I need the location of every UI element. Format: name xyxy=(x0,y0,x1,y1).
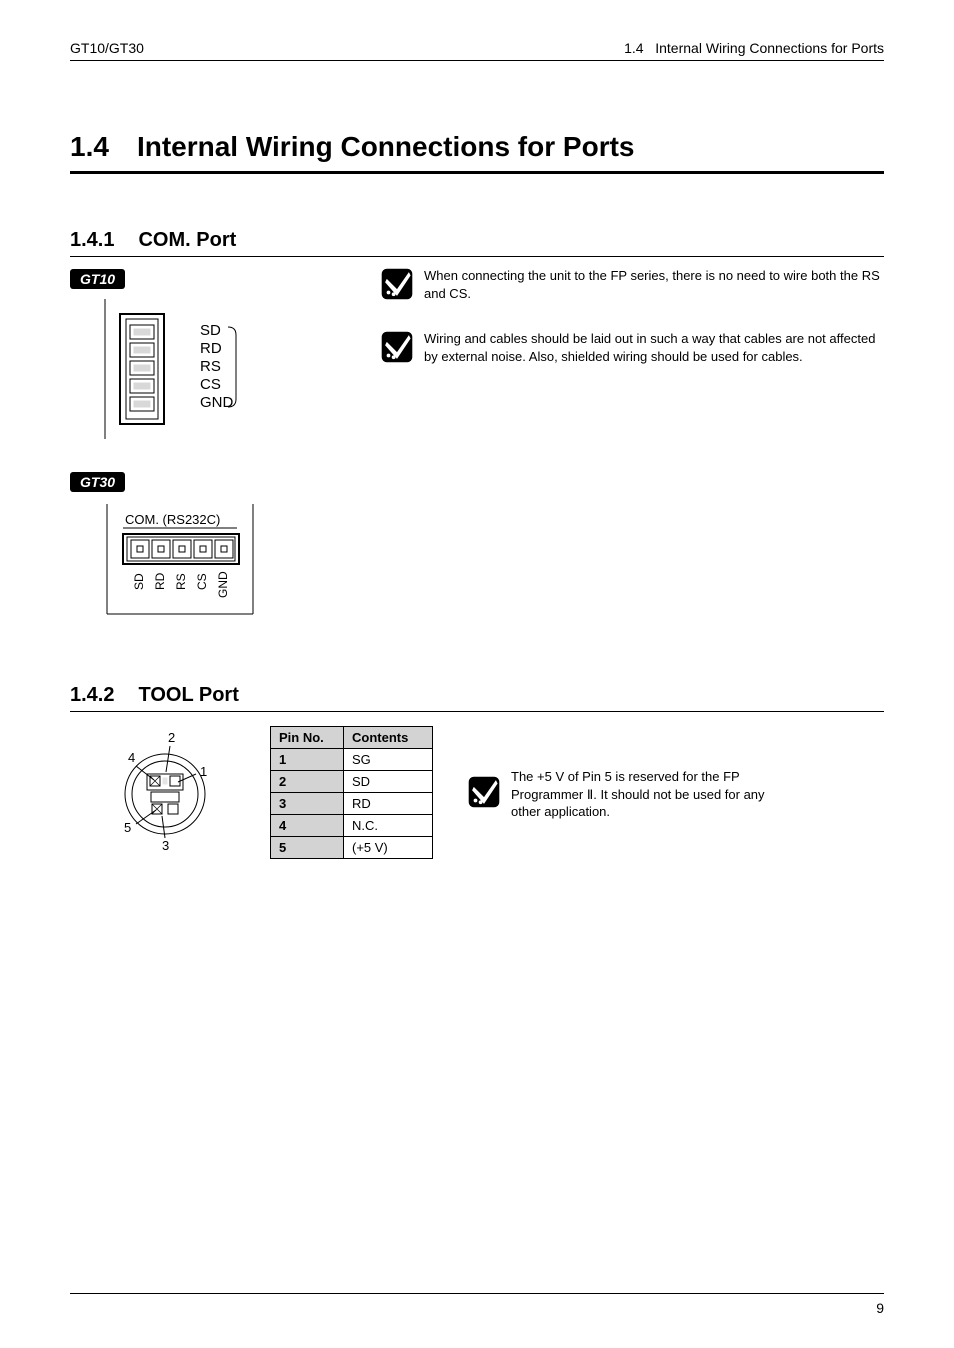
table-row: 4N.C. xyxy=(271,815,433,837)
pin-content: RD xyxy=(344,793,433,815)
svg-text:2: 2 xyxy=(168,730,175,745)
header-left: GT10/GT30 xyxy=(70,40,144,56)
note-2: Wiring and cables should be laid out in … xyxy=(380,330,884,369)
pin-no: 5 xyxy=(271,837,344,859)
gt10-badge: GT10 xyxy=(70,269,125,289)
svg-text:CS: CS xyxy=(200,376,221,393)
table-row: 2SD xyxy=(271,771,433,793)
note-3: The +5 V of Pin 5 is reserved for the FP… xyxy=(467,768,781,821)
pin-content: SD xyxy=(344,771,433,793)
pin-no: 2 xyxy=(271,771,344,793)
svg-text:1: 1 xyxy=(200,764,207,779)
header-rule xyxy=(70,60,884,61)
header-right-num: 1.4 xyxy=(624,40,643,56)
th-pin-no: Pin No. xyxy=(271,727,344,749)
header-right-title: Internal Wiring Connections for Ports xyxy=(655,40,884,56)
note-1-text: When connecting the unit to the FP serie… xyxy=(424,267,884,302)
page-footer: 9 xyxy=(70,1293,884,1316)
section-number: 1.4 xyxy=(70,131,109,163)
subsection-141-title: COM. Port xyxy=(138,229,236,252)
pin-content: (+5 V) xyxy=(344,837,433,859)
svg-text:RD: RD xyxy=(200,340,222,357)
note-icon xyxy=(380,330,414,369)
subsection-141-heading: 1.4.1 COM. Port xyxy=(70,229,884,252)
tool-port-pin-table: Pin No. Contents 1SG 2SD 3RD 4N.C. 5(+5 … xyxy=(270,726,433,859)
note-3-text: The +5 V of Pin 5 is reserved for the FP… xyxy=(511,768,781,821)
tool-port-diagram: 2 4 1 5 3 xyxy=(70,726,260,861)
th-contents: Contents xyxy=(344,727,433,749)
subsection-142-rule xyxy=(70,711,884,712)
section-title: Internal Wiring Connections for Ports xyxy=(137,131,635,163)
svg-text:COM. (RS232C): COM. (RS232C) xyxy=(125,512,220,527)
svg-text:SD: SD xyxy=(132,573,146,590)
svg-text:RD: RD xyxy=(153,572,167,590)
svg-text:3: 3 xyxy=(162,838,169,853)
subsection-142-number: 1.4.2 xyxy=(70,684,114,707)
note-1: When connecting the unit to the FP serie… xyxy=(380,267,884,306)
gt30-com-port-diagram: COM. (RS232C) SD RD xyxy=(95,504,360,629)
section-heading: 1.4 Internal Wiring Connections for Port… xyxy=(70,131,884,163)
svg-text:GND: GND xyxy=(216,571,230,598)
svg-text:CS: CS xyxy=(195,573,209,590)
pin-no: 4 xyxy=(271,815,344,837)
subsection-142-title: TOOL Port xyxy=(138,684,238,707)
pin-content: SG xyxy=(344,749,433,771)
svg-text:SD: SD xyxy=(200,322,221,339)
table-row: 3RD xyxy=(271,793,433,815)
svg-text:5: 5 xyxy=(124,820,131,835)
svg-text:GND: GND xyxy=(200,394,234,411)
gt10-com-port-diagram: SD RD RS CS GND xyxy=(100,299,360,444)
table-row: 1SG xyxy=(271,749,433,771)
page-number: 9 xyxy=(876,1300,884,1316)
note-icon xyxy=(380,267,414,306)
note-icon xyxy=(467,775,501,814)
subsection-141-number: 1.4.1 xyxy=(70,229,114,252)
note-2-text: Wiring and cables should be laid out in … xyxy=(424,330,884,365)
svg-text:RS: RS xyxy=(200,358,221,375)
section-rule xyxy=(70,171,884,174)
gt30-badge: GT30 xyxy=(70,472,125,492)
table-header-row: Pin No. Contents xyxy=(271,727,433,749)
svg-text:4: 4 xyxy=(128,750,135,765)
page-header: GT10/GT30 1.4 Internal Wiring Connection… xyxy=(70,40,884,56)
pin-no: 1 xyxy=(271,749,344,771)
svg-text:RS: RS xyxy=(174,573,188,590)
table-row: 5(+5 V) xyxy=(271,837,433,859)
pin-no: 3 xyxy=(271,793,344,815)
pin-content: N.C. xyxy=(344,815,433,837)
header-right: 1.4 Internal Wiring Connections for Port… xyxy=(624,40,884,56)
subsection-142-heading: 1.4.2 TOOL Port xyxy=(70,684,884,707)
